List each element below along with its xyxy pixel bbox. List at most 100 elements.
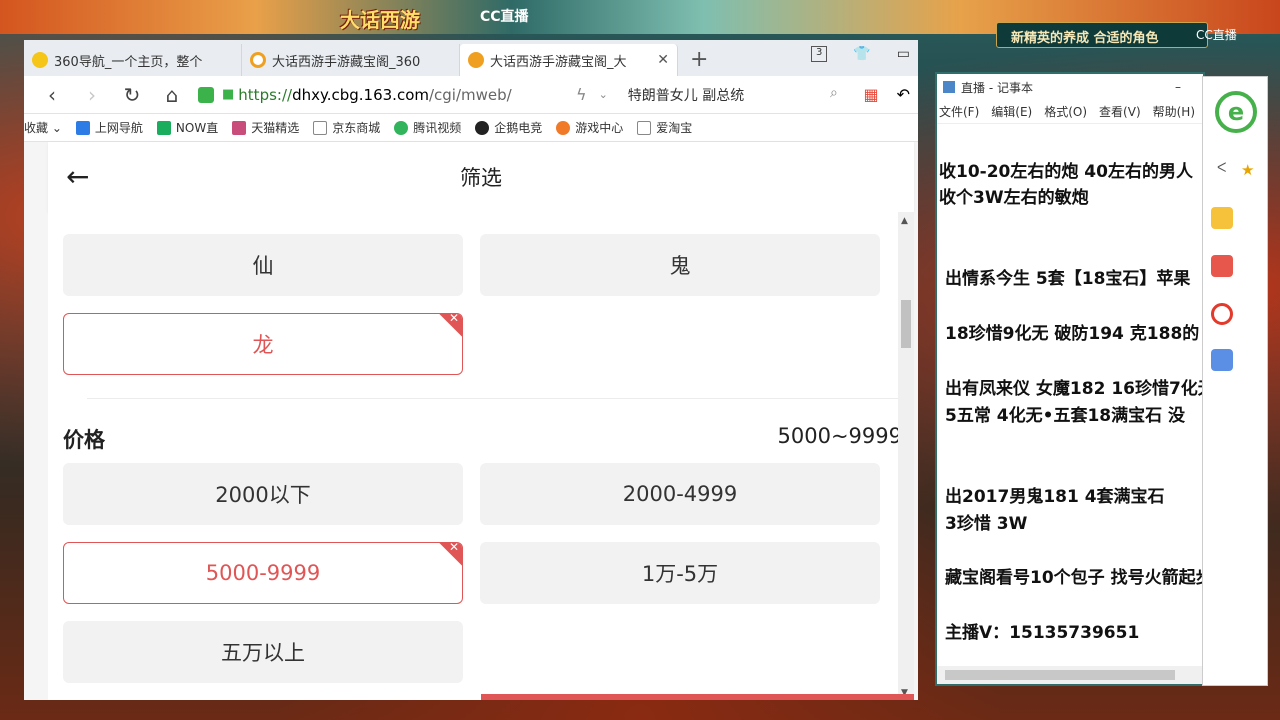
bookmark-favorites[interactable]: 收藏 ⌄: [24, 119, 62, 136]
bookmark-tmall[interactable]: 天猫精选: [232, 119, 299, 136]
shirt-icon[interactable]: 👕: [853, 46, 870, 62]
notepad-window: 直播 - 记事本 – 文件(F) 编辑(E) 格式(O) 查看(V) 帮助(H)…: [935, 72, 1205, 686]
minimize-icon[interactable]: –: [1175, 80, 1181, 94]
360-nav-icon: [32, 52, 48, 68]
star-badge-icon[interactable]: [1211, 207, 1233, 229]
option-price-5000-9999-selected[interactable]: 5000-9999 ✕: [63, 542, 463, 604]
option-race-long-selected[interactable]: 龙 ✕: [63, 313, 463, 375]
search-text: 特朗普女儿 副总统: [627, 87, 745, 104]
bookmark-nav[interactable]: 上网导航: [75, 119, 143, 136]
url-host: dhxy.cbg.163.com: [292, 85, 429, 104]
game-icon: [556, 120, 571, 135]
browser-tab-1[interactable]: 360导航_一个主页，整个: [24, 44, 242, 76]
undo-icon[interactable]: ↶: [897, 85, 910, 104]
bookmark-penguin[interactable]: 企鹅电竞: [475, 119, 542, 136]
notepad-hscrollbar[interactable]: [937, 666, 1203, 684]
search-ring-icon: [250, 52, 266, 68]
notepad-line: 藏宝阁看号10个包子 找号火箭起步: [945, 568, 1205, 588]
bookmark-aitaobao[interactable]: 爱淘宝: [637, 119, 692, 136]
notepad-line: 收个3W左右的敏炮: [939, 188, 1089, 208]
address-bar: ‹ › ↻ ⌂ ■ https://dhxy.cbg.163.com/cgi/m…: [24, 76, 918, 114]
mail-icon[interactable]: [1211, 349, 1233, 371]
stream-banner: 新精英的养成 合适的角色: [996, 22, 1208, 48]
price-range-value: 5000~9999: [777, 424, 902, 448]
home-icon[interactable]: ⌂: [152, 83, 192, 107]
scroll-thumb[interactable]: [945, 670, 1175, 680]
search-box[interactable]: 特朗普女儿 副总统 ⌕: [628, 85, 838, 105]
cc-live-logo: CC直播: [480, 9, 529, 25]
url-field[interactable]: ■ https://dhxy.cbg.163.com/cgi/mweb/: [198, 81, 558, 109]
tab-label: 360导航_一个主页，整个: [54, 54, 203, 70]
favorite-star-icon[interactable]: ★: [1241, 161, 1254, 179]
menu-format[interactable]: 格式(O): [1044, 103, 1087, 120]
close-tab-icon[interactable]: ✕: [657, 52, 669, 68]
web-page: ← 筛选 仙 鬼 龙 ✕ 价格 5000~9999 2000以下 2000-49…: [24, 142, 918, 700]
option-race-xian[interactable]: 仙: [63, 234, 463, 296]
notepad-line: 5五常 4化无•五套18满宝石 没: [945, 406, 1186, 426]
page-icon: [637, 120, 652, 135]
menu-file[interactable]: 文件(F): [939, 103, 979, 120]
game-logo: 大话西游: [340, 8, 420, 32]
notepad-icon: [943, 81, 955, 93]
search-icon[interactable]: ⌕: [830, 85, 838, 105]
option-price-under-2000[interactable]: 2000以下: [63, 463, 463, 525]
remove-selection-icon[interactable]: ✕: [449, 543, 459, 554]
apps-grid-icon[interactable]: ▦: [863, 85, 878, 104]
notepad-line: 18珍惜9化无 破防194 克188的: [945, 324, 1200, 344]
maximize-icon[interactable]: ▭: [897, 46, 910, 62]
now-icon: [156, 120, 171, 135]
chevron-down-icon[interactable]: ⌄: [599, 88, 608, 101]
penguin-icon: [475, 120, 490, 135]
scroll-thumb[interactable]: [901, 300, 911, 348]
url-path: /cgi/mweb/: [428, 85, 512, 104]
refresh-icon[interactable]: ↻: [112, 83, 152, 107]
tab-label: 大话西游手游藏宝阁_360: [272, 54, 421, 70]
notepad-title: 直播 - 记事本: [961, 80, 1033, 95]
back-icon[interactable]: ‹: [32, 83, 72, 107]
menu-help[interactable]: 帮助(H): [1153, 103, 1195, 120]
option-price-2000-4999[interactable]: 2000-4999: [480, 463, 880, 525]
option-price-10k-50k[interactable]: 1万-5万: [480, 542, 880, 604]
menu-view[interactable]: 查看(V): [1099, 103, 1141, 120]
menu-edit[interactable]: 编辑(E): [991, 103, 1032, 120]
scroll-up-icon[interactable]: ▲: [901, 216, 908, 226]
tmall-icon: [232, 120, 247, 135]
new-tab-button[interactable]: +: [690, 47, 708, 72]
bookmark-now[interactable]: NOW直: [156, 119, 218, 136]
video-icon: [394, 120, 409, 135]
option-price-over-50k[interactable]: 五万以上: [63, 621, 463, 683]
option-race-gui[interactable]: 鬼: [480, 234, 880, 296]
notepad-line: 主播V：15135739651: [945, 623, 1140, 643]
bookmark-games[interactable]: 游戏中心: [556, 119, 623, 136]
notepad-line: 出2017男鬼181 4套满宝石: [945, 487, 1165, 507]
ie-icon: [75, 120, 90, 135]
lock-icon: ■: [222, 87, 235, 102]
price-section-label: 价格: [63, 428, 105, 452]
window-controls: 3 👕 ▭: [810, 46, 910, 62]
page-icon: [313, 120, 328, 135]
bookmark-tencent-video[interactable]: 腾讯视频: [394, 119, 461, 136]
filter-body: 仙 鬼 龙 ✕ 价格 5000~9999 2000以下 2000-4999 50…: [48, 212, 914, 700]
remove-selection-icon[interactable]: ✕: [449, 314, 459, 325]
tab-label: 大话西游手游藏宝阁_大: [490, 54, 627, 70]
bookmark-jd[interactable]: 京东商城: [313, 119, 380, 136]
forward-icon[interactable]: ›: [72, 83, 112, 107]
page-title: 筛选: [460, 166, 502, 190]
lightning-icon[interactable]: ϟ: [576, 85, 587, 104]
browser-tab-3-active[interactable]: 大话西游手游藏宝阁_大 ✕: [460, 44, 678, 76]
collapse-icon[interactable]: ᐸ: [1217, 161, 1226, 176]
filter-header: ← 筛选: [48, 142, 914, 212]
done-button[interactable]: 完成: [481, 694, 914, 700]
weibo-icon[interactable]: [1211, 303, 1233, 325]
browser-sidebar: e ᐸ ★: [1202, 76, 1268, 686]
notepad-menubar: 文件(F) 编辑(E) 格式(O) 查看(V) 帮助(H): [937, 100, 1203, 124]
notepad-line: 出情系今生 5套【18宝石】苹果: [945, 269, 1191, 289]
browser-tab-2[interactable]: 大话西游手游藏宝阁_360: [242, 44, 460, 76]
tab-count-badge[interactable]: 3: [810, 46, 828, 62]
cc-live-logo-right: CC直播: [1196, 28, 1237, 42]
note-icon[interactable]: [1211, 255, 1233, 277]
back-arrow-icon[interactable]: ←: [66, 160, 89, 193]
page-scrollbar[interactable]: ▲ ▼: [898, 212, 914, 700]
reset-button[interactable]: 重置: [48, 694, 481, 700]
ie-logo-icon[interactable]: e: [1215, 91, 1257, 133]
